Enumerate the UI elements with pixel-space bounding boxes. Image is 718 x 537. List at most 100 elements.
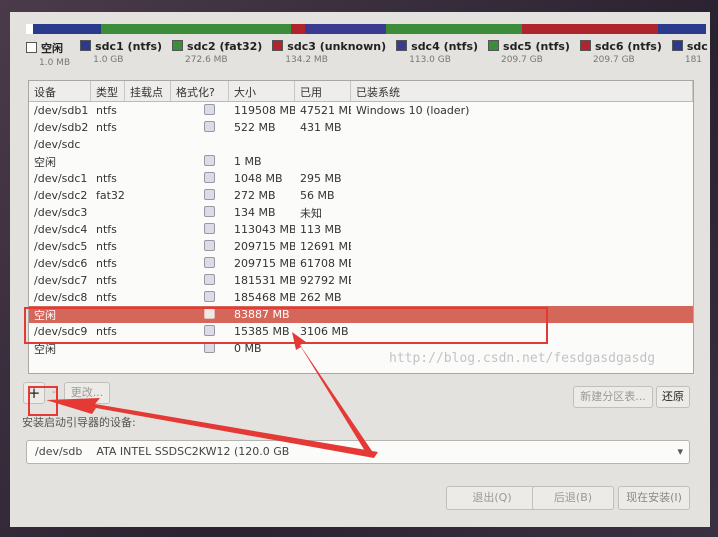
legend-size: 1.0 GB xyxy=(93,55,124,65)
table-cell: ntfs xyxy=(96,257,117,270)
legend-name: 空闲 xyxy=(41,42,63,55)
column-header[interactable]: 已装系统 xyxy=(351,81,693,101)
format-checkbox[interactable] xyxy=(204,154,215,166)
format-checkbox[interactable] xyxy=(204,120,215,132)
legend-swatch xyxy=(579,40,591,51)
legend-name: sdc3 (unknown) xyxy=(287,40,387,53)
table-row[interactable]: 空闲 83887 MB xyxy=(29,306,693,323)
table-row[interactable]: /dev/sdb2 ntfs 522 MB 431 MB xyxy=(29,119,693,136)
table-row[interactable]: /dev/sdc6 ntfs 209715 MB 61708 MB xyxy=(29,255,693,272)
install-now-button[interactable]: 现在安装(I) xyxy=(618,486,690,510)
legend-size: 181 xyxy=(684,55,703,65)
table-cell: /dev/sdc5 xyxy=(34,240,88,253)
format-checkbox[interactable] xyxy=(204,324,215,336)
format-checkbox[interactable] xyxy=(204,171,215,183)
table-row[interactable]: /dev/sdc1 ntfs 1048 MB 295 MB xyxy=(29,170,693,187)
table-row[interactable]: /dev/sdc9 ntfs 15385 MB 3106 MB xyxy=(29,323,693,340)
table-row[interactable]: /dev/sdc8 ntfs 185468 MB 262 MB xyxy=(29,289,693,306)
column-header[interactable]: 类型 xyxy=(91,81,125,101)
bootloader-label: 安装启动引导器的设备: xyxy=(22,416,136,429)
table-cell: 3106 MB xyxy=(300,325,349,338)
table-cell: 185468 MB xyxy=(234,291,295,304)
table-cell: 0 MB xyxy=(234,342,262,355)
table-cell: Windows 10 (loader) xyxy=(356,104,470,117)
table-cell: /dev/sdc4 xyxy=(34,223,88,236)
format-cell xyxy=(171,222,229,237)
legend-name: sdc6 (ntfs) xyxy=(594,40,662,53)
table-row[interactable]: /dev/sdc4 ntfs 113043 MB 113 MB xyxy=(29,221,693,238)
bootloader-device-select[interactable]: /dev/sdb ATA INTEL SSDSC2KW12 (120.0 GB … xyxy=(26,440,690,464)
table-cell: /dev/sdc2 xyxy=(34,189,88,202)
table-cell: ntfs xyxy=(96,172,117,185)
table-cell: ntfs xyxy=(96,274,117,287)
format-checkbox[interactable] xyxy=(204,205,215,217)
partition-bar-segment xyxy=(291,24,305,34)
legend-size: 272.6 MB xyxy=(185,55,228,65)
column-header[interactable]: 已用 xyxy=(295,81,351,101)
table-cell: 92792 MB xyxy=(300,274,351,287)
format-checkbox[interactable] xyxy=(204,290,215,302)
table-row[interactable]: /dev/sdc xyxy=(29,136,693,153)
format-cell xyxy=(171,188,229,203)
table-cell: 未知 xyxy=(300,206,322,220)
format-checkbox[interactable] xyxy=(204,222,215,234)
table-body: /dev/sdb1 ntfs 119508 MB 47521 MB Windows 10… xyxy=(29,102,693,357)
partition-table: 设备 类型 挂载点 格式化? 大小 已用 已装系统 /dev/sdb1 ntfs 119508 … xyxy=(28,80,694,374)
legend-item: sdc 181 xyxy=(671,40,708,65)
format-checkbox[interactable] xyxy=(204,239,215,251)
column-header[interactable]: 大小 xyxy=(229,81,295,101)
table-row[interactable]: /dev/sdc2 fat32 272 MB 56 MB xyxy=(29,187,693,204)
table-cell: ntfs xyxy=(96,223,117,236)
table-row[interactable]: /dev/sdc3 134 MB 未知 xyxy=(29,204,693,221)
remove-partition-button[interactable]: - xyxy=(47,382,61,404)
legend-size: 134.2 MB xyxy=(285,55,328,65)
legend-size: 209.7 GB xyxy=(592,55,635,65)
table-cell: 295 MB xyxy=(300,172,342,185)
partition-bar xyxy=(26,24,706,34)
legend-swatch xyxy=(80,40,92,51)
column-header[interactable]: 挂载点 xyxy=(125,81,171,101)
format-cell xyxy=(171,307,229,322)
table-header: 设备 类型 挂载点 格式化? 大小 已用 已装系统 xyxy=(29,81,693,102)
table-cell: 47521 MB xyxy=(300,104,351,117)
partition-bar-segment xyxy=(522,24,659,34)
partition-bar-segment xyxy=(386,24,523,34)
format-checkbox[interactable] xyxy=(204,341,215,353)
table-cell: 12691 MB xyxy=(300,240,351,253)
format-cell xyxy=(171,154,229,169)
format-checkbox[interactable] xyxy=(204,256,215,268)
table-cell: /dev/sdb2 xyxy=(34,121,89,134)
table-cell: 83887 MB xyxy=(234,308,290,321)
quit-button[interactable]: 退出(Q) xyxy=(446,486,538,510)
revert-button[interactable]: 还原 xyxy=(656,386,690,408)
legend-size: 1.0 MB xyxy=(39,58,71,68)
table-cell: 113043 MB xyxy=(234,223,295,236)
format-cell xyxy=(171,273,229,288)
new-partition-table-button[interactable]: 新建分区表... xyxy=(573,386,653,408)
change-partition-button[interactable]: 更改... xyxy=(64,382,110,404)
installer-window: 空闲 1.0 MB sdc1 (ntfs) 1.0 GB sdc2 (fat32) 272… xyxy=(10,12,710,527)
table-cell: 134 MB xyxy=(234,206,276,219)
column-header[interactable]: 格式化? xyxy=(171,81,229,101)
format-checkbox[interactable] xyxy=(204,273,215,285)
table-row[interactable]: 空闲 1 MB xyxy=(29,153,693,170)
partition-bar-segment xyxy=(658,24,706,34)
table-row[interactable]: /dev/sdc5 ntfs 209715 MB 12691 MB xyxy=(29,238,693,255)
table-row[interactable]: /dev/sdc7 ntfs 181531 MB 92792 MB xyxy=(29,272,693,289)
format-checkbox[interactable] xyxy=(204,307,215,319)
table-cell: /dev/sdc3 xyxy=(34,206,88,219)
column-header[interactable]: 设备 xyxy=(29,81,91,101)
legend-item: sdc3 (unknown) 134.2 MB xyxy=(272,40,386,65)
table-cell: /dev/sdb1 xyxy=(34,104,89,117)
format-checkbox[interactable] xyxy=(204,103,215,115)
legend-item: sdc1 (ntfs) 1.0 GB xyxy=(80,40,162,65)
back-button[interactable]: 后退(B) xyxy=(532,486,614,510)
format-cell xyxy=(171,239,229,254)
table-cell: 空闲 xyxy=(34,155,56,169)
table-cell: 空闲 xyxy=(34,308,56,322)
partition-bar-segment xyxy=(26,24,33,34)
format-checkbox[interactable] xyxy=(204,188,215,200)
table-row[interactable]: /dev/sdb1 ntfs 119508 MB 47521 MB Windows 10… xyxy=(29,102,693,119)
legend-swatch xyxy=(671,40,683,51)
table-cell: 272 MB xyxy=(234,189,276,202)
